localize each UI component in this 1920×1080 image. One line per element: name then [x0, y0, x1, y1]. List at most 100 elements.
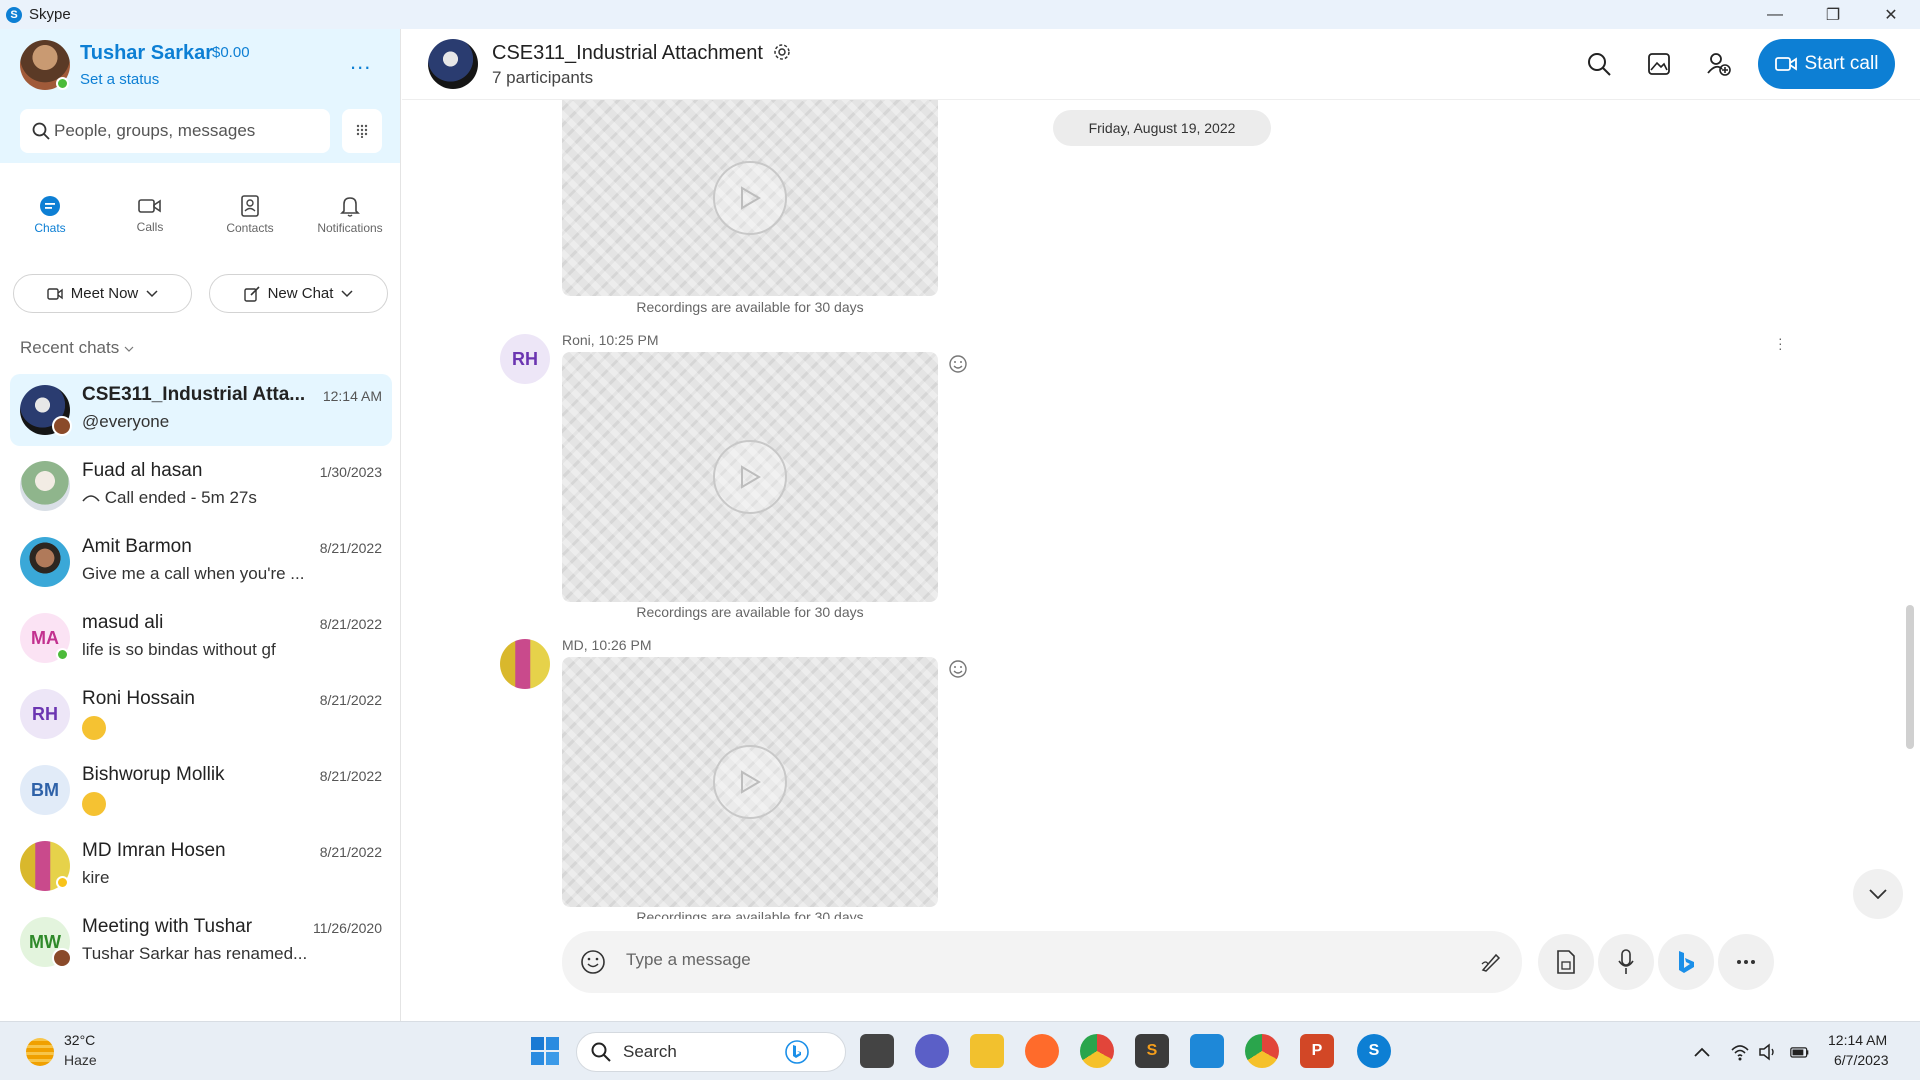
bing-icon [785, 1040, 809, 1064]
add-participant-button[interactable] [1704, 49, 1734, 79]
chat-list: CSE311_Industrial Atta... 12:14 AM @ever… [10, 374, 392, 982]
start-button[interactable] [528, 1034, 562, 1068]
tab-calls[interactable]: Calls [100, 175, 200, 255]
search-input[interactable]: People, groups, messages [20, 109, 330, 153]
play-icon [741, 465, 761, 489]
more-composer-options-button[interactable] [1718, 934, 1774, 990]
wifi-icon[interactable] [1730, 1042, 1750, 1062]
battery-icon[interactable] [1790, 1042, 1810, 1062]
chevron-down-icon [341, 289, 353, 297]
recent-chats-label: Recent chats [20, 338, 120, 357]
chat-name: Amit Barmon [82, 536, 192, 557]
call-recording-video[interactable] [562, 657, 938, 907]
scrollbar-thumb[interactable] [1906, 605, 1914, 749]
recent-chats-header[interactable]: Recent chats [20, 338, 134, 358]
message-input[interactable]: Type a message [626, 950, 751, 970]
firefox-icon[interactable] [1025, 1034, 1059, 1068]
vscode-icon[interactable] [1190, 1034, 1224, 1068]
chrome-icon[interactable] [1080, 1034, 1114, 1068]
minimize-button[interactable]: — [1746, 0, 1804, 29]
handwriting-icon[interactable] [1480, 951, 1502, 973]
taskbar-search[interactable]: Search [576, 1032, 846, 1072]
profile-name[interactable]: Tushar Sarkar [80, 42, 213, 65]
chat-list-item[interactable]: MD Imran Hosen 8/21/2022 kire [10, 830, 392, 902]
emoji-picker-icon[interactable] [580, 949, 606, 975]
sender-avatar[interactable] [500, 639, 550, 689]
close-button[interactable]: ✕ [1862, 0, 1920, 29]
chevron-up-icon[interactable] [1692, 1042, 1712, 1062]
add-reaction-icon[interactable] [948, 354, 968, 374]
volume-icon[interactable] [1758, 1042, 1778, 1062]
chat-list-item[interactable]: BM Bishworup Mollik 8/21/2022 [10, 754, 392, 826]
settings-gear-icon[interactable] [772, 42, 792, 62]
chat-date: 12:14 AM [322, 388, 382, 404]
chrome-profile-icon[interactable] [1245, 1034, 1279, 1068]
weather-temperature[interactable]: 32°C [64, 1032, 95, 1048]
add-person-icon [1707, 53, 1731, 76]
chat-list-item[interactable]: CSE311_Industrial Atta... 12:14 AM @ever… [10, 374, 392, 446]
weather-haze-icon[interactable] [26, 1038, 54, 1066]
play-button[interactable] [713, 440, 787, 514]
send-file-button[interactable] [1538, 934, 1594, 990]
chat-date: 8/21/2022 [319, 844, 382, 860]
group-avatar[interactable] [428, 39, 478, 89]
voice-message-button[interactable] [1598, 934, 1654, 990]
meet-now-icon [47, 287, 63, 300]
clock-date[interactable]: 6/7/2023 [1834, 1052, 1889, 1068]
chat-name: Bishworup Mollik [82, 764, 225, 785]
tab-label: Calls [136, 220, 164, 234]
search-conversation-button[interactable] [1584, 49, 1614, 79]
call-recording-video[interactable] [562, 352, 938, 602]
chat-list-item[interactable]: MW Meeting with Tushar 11/26/2020 Tushar… [10, 906, 392, 978]
chat-list-item[interactable]: RH Roni Hossain 8/21/2022 [10, 678, 392, 750]
search-icon [591, 1042, 611, 1062]
sender-avatar[interactable]: RH [500, 334, 550, 384]
message-composer[interactable]: Type a message [562, 931, 1522, 993]
meet-now-button[interactable]: Meet Now [13, 274, 192, 313]
tab-contacts[interactable]: Contacts [200, 175, 300, 255]
bell-icon [340, 197, 360, 217]
sidebar: Tushar Sarkar $0.00 Set a status ... Peo… [0, 29, 401, 1021]
recording-note: Recordings are available for 30 days [636, 604, 864, 620]
more-options-button[interactable]: ... [350, 49, 371, 75]
sublime-text-icon[interactable]: S [1135, 1034, 1169, 1068]
avatar [20, 461, 70, 511]
task-view-icon[interactable] [860, 1034, 894, 1068]
tab-notifications[interactable]: Notifications [300, 175, 400, 255]
conversation-title[interactable]: CSE311_Industrial Attachment [492, 42, 792, 65]
play-button[interactable] [713, 745, 787, 819]
skype-credit[interactable]: $0.00 [212, 44, 250, 61]
restore-button[interactable]: ❐ [1804, 0, 1862, 29]
call-recording-video[interactable] [562, 100, 938, 296]
nav-tabs: Chats Calls Contacts Notifications [0, 175, 400, 255]
tab-chats[interactable]: Chats [0, 175, 100, 255]
gallery-button[interactable] [1644, 49, 1674, 79]
chat-list-item[interactable]: Fuad al hasan 1/30/2023 Call ended - 5m … [10, 450, 392, 522]
scroll-to-bottom-button[interactable] [1853, 869, 1903, 919]
play-icon [741, 186, 761, 210]
message-more-icon[interactable]: · · · [1778, 331, 1783, 355]
dialpad-button[interactable] [342, 109, 382, 153]
avatar [20, 537, 70, 587]
bing-icon [1679, 951, 1694, 973]
skype-taskbar-icon[interactable]: S [1357, 1034, 1391, 1068]
clock-time[interactable]: 12:14 AM [1828, 1032, 1887, 1048]
chat-list-item[interactable]: MA masud ali 8/21/2022 life is so bindas… [10, 602, 392, 674]
powerpoint-icon[interactable]: P [1300, 1034, 1334, 1068]
participants-count[interactable]: 7 participants [492, 68, 593, 88]
teams-chat-icon[interactable] [915, 1034, 949, 1068]
new-chat-button[interactable]: New Chat [209, 274, 388, 313]
dialpad-icon [356, 124, 368, 138]
add-reaction-icon[interactable] [948, 659, 968, 679]
chat-list-item[interactable]: Amit Barmon 8/21/2022 Give me a call whe… [10, 526, 392, 598]
tab-label: Chats [34, 221, 66, 235]
conversation-pane: CSE311_Industrial Attachment 7 participa… [402, 29, 1920, 1021]
chat-name: masud ali [82, 612, 164, 633]
file-explorer-icon[interactable] [970, 1034, 1004, 1068]
set-status-link[interactable]: Set a status [80, 71, 159, 88]
start-call-button[interactable]: Start call [1758, 39, 1895, 89]
play-button[interactable] [713, 161, 787, 235]
bing-chat-button[interactable] [1658, 934, 1714, 990]
search-icon [32, 122, 50, 140]
weather-description[interactable]: Haze [64, 1052, 97, 1068]
